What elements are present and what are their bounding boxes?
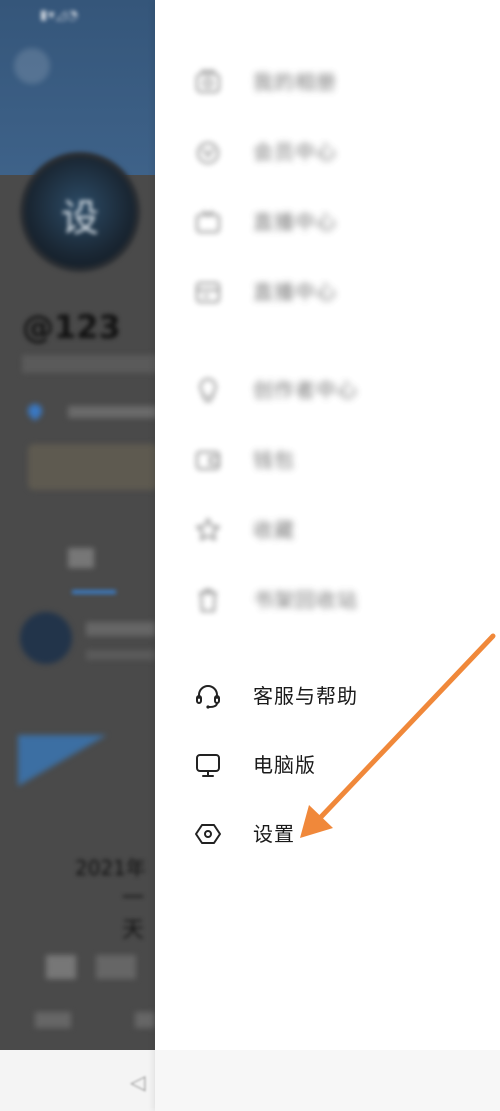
menu-item-wallet[interactable]: 钱包: [155, 430, 500, 490]
user-bio: [22, 355, 155, 373]
menu-item-live[interactable]: 直播中心: [155, 192, 500, 252]
menu-item-label: 我的相册: [253, 70, 337, 94]
post-time: [86, 650, 155, 660]
star-icon: [193, 515, 223, 545]
headset-icon: [193, 681, 223, 711]
nav-back-icon: ◁: [130, 1070, 146, 1094]
bulb-icon: [193, 375, 223, 405]
settings-icon: [193, 819, 223, 849]
vip-icon: [193, 137, 223, 167]
menu-item-label: 收藏: [253, 518, 295, 542]
avatar: 设: [20, 152, 140, 272]
like-row: [46, 955, 136, 979]
menu-item-label: 设置: [253, 822, 295, 846]
menu-item-label: 钱包: [253, 448, 295, 472]
tab-indicator: [72, 590, 116, 594]
status-bar-icons: ▮▾◿◔: [40, 8, 80, 23]
menu-item-album[interactable]: 我的相册: [155, 52, 500, 112]
card-icon: [193, 277, 223, 307]
screen-root: ▮▾◿◔ 设 @123 2021年 一天 ◁ 我的相册 会员中心 直播中心 直播…: [0, 0, 500, 1111]
username: @123: [22, 308, 121, 346]
menu-item-label: 直播中心: [253, 280, 337, 304]
menu-item-settings[interactable]: 设置: [155, 804, 500, 864]
menu-item-favorites[interactable]: 收藏: [155, 500, 500, 560]
post-footer: [35, 1012, 155, 1028]
menu-item-label: 书架回收站: [253, 588, 358, 612]
wallet-icon: [193, 445, 223, 475]
back-icon: [14, 48, 50, 84]
menu-item-label: 创作者中心: [253, 378, 358, 402]
menu-item-label: 会员中心: [253, 140, 337, 164]
menu-item-vip[interactable]: 会员中心: [155, 122, 500, 182]
menu-item-label: 客服与帮助: [253, 684, 358, 708]
post-image: [18, 735, 155, 855]
menu-item-card[interactable]: 直播中心: [155, 262, 500, 322]
menu-item-creator[interactable]: 创作者中心: [155, 360, 500, 420]
profile-pill: [28, 444, 155, 490]
menu-item-label: 直播中心: [253, 210, 337, 234]
monitor-icon: [193, 750, 223, 780]
tab-dynamic: [68, 548, 94, 568]
side-drawer: 我的相册 会员中心 直播中心 直播中心 创作者中心 钱包 收藏 书架回收站 客服…: [155, 0, 500, 1111]
post-avatar: [20, 612, 72, 664]
background-profile-page[interactable]: ▮▾◿◔ 设 @123 2021年 一天 ◁: [0, 0, 155, 1111]
background-header: [0, 0, 155, 175]
live-icon: [193, 207, 223, 237]
avatar-text: 设: [60, 196, 99, 240]
menu-item-label: 电脑版: [253, 753, 316, 777]
menu-item-recycle-bin[interactable]: 书架回收站: [155, 570, 500, 630]
drawer-bottom-strip: [155, 1050, 500, 1111]
menu-item-desktop-version[interactable]: 电脑版: [155, 735, 500, 795]
post-text-year: 2021年: [75, 856, 146, 880]
location-row: [28, 402, 155, 422]
post-text-line: 一天: [122, 886, 145, 943]
menu-item-customer-service[interactable]: 客服与帮助: [155, 666, 500, 726]
trash-icon: [193, 585, 223, 615]
album-icon: [193, 67, 223, 97]
post-author: [86, 622, 155, 636]
